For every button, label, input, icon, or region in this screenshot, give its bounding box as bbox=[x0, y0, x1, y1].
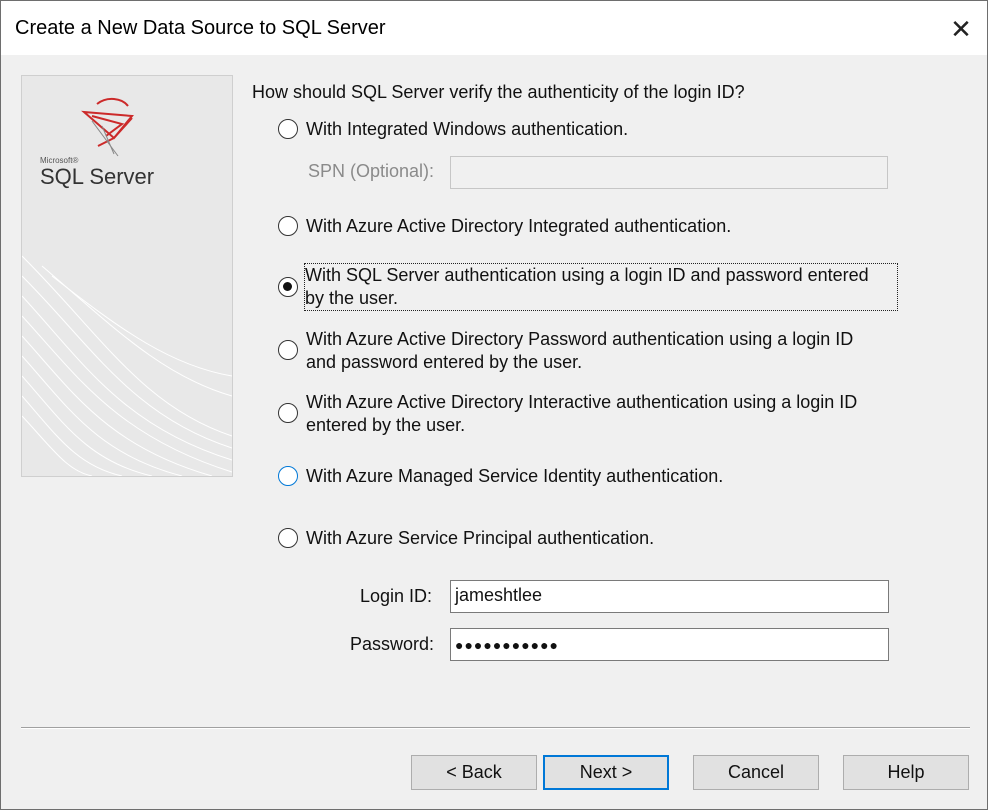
option-aad-interactive-line1: With Azure Active Directory Interactive … bbox=[306, 392, 858, 412]
option-aad-interactive-line2: entered by the user. bbox=[306, 415, 466, 435]
radio-aad-interactive[interactable] bbox=[278, 403, 298, 423]
spn-input[interactable] bbox=[450, 156, 888, 189]
option-aad-integrated-label[interactable]: With Azure Active Directory Integrated a… bbox=[306, 215, 731, 238]
radio-sql-server-auth[interactable] bbox=[278, 277, 298, 297]
option-service-principal-label[interactable]: With Azure Service Principal authenticat… bbox=[306, 527, 654, 550]
banner-wave-graphic bbox=[22, 98, 232, 476]
close-icon[interactable]: ✕ bbox=[941, 11, 981, 47]
divider bbox=[21, 727, 970, 729]
option-aad-password-label[interactable]: With Azure Active Directory Password aut… bbox=[306, 328, 853, 374]
option-integrated-windows-label[interactable]: With Integrated Windows authentication. bbox=[306, 118, 628, 141]
radio-aad-integrated[interactable] bbox=[278, 216, 298, 236]
radio-aad-password[interactable] bbox=[278, 340, 298, 360]
option-aad-password-line2: and password entered by the user. bbox=[306, 352, 583, 372]
cancel-button[interactable]: Cancel bbox=[693, 755, 819, 790]
option-managed-identity-label[interactable]: With Azure Managed Service Identity auth… bbox=[306, 465, 723, 488]
option-sql-server-auth-label[interactable]: With SQL Server authentication using a l… bbox=[304, 263, 898, 311]
spn-label: SPN (Optional): bbox=[308, 161, 435, 181]
window-title: Create a New Data Source to SQL Server bbox=[15, 17, 386, 39]
title-bar: Create a New Data Source to SQL Server ✕ bbox=[1, 1, 987, 55]
dialog-window: Create a New Data Source to SQL Server ✕ bbox=[0, 0, 988, 810]
option-sql-server-auth-line1: With SQL Server authentication using a l… bbox=[305, 265, 869, 285]
option-aad-password-line1: With Azure Active Directory Password aut… bbox=[306, 329, 854, 349]
auth-question: How should SQL Server verify the authent… bbox=[252, 82, 745, 102]
back-button[interactable]: < Back bbox=[411, 755, 537, 790]
login-id-input[interactable]: jameshtlee bbox=[450, 580, 889, 613]
sql-server-wordmark: SQL Server bbox=[40, 164, 155, 189]
radio-managed-identity[interactable] bbox=[278, 466, 298, 486]
next-button[interactable]: Next > bbox=[543, 755, 669, 790]
login-id-label: Login ID: bbox=[360, 586, 433, 606]
option-sql-server-auth-line2: by the user. bbox=[305, 288, 399, 308]
side-banner: Microsoft® SQL Server bbox=[21, 75, 233, 477]
password-input[interactable]: ●●●●●●●●●●● bbox=[450, 628, 889, 661]
help-button[interactable]: Help bbox=[843, 755, 969, 790]
password-label: Password: bbox=[350, 634, 435, 654]
option-aad-interactive-label[interactable]: With Azure Active Directory Interactive … bbox=[306, 391, 857, 437]
radio-integrated-windows[interactable] bbox=[278, 119, 298, 139]
radio-service-principal[interactable] bbox=[278, 528, 298, 548]
